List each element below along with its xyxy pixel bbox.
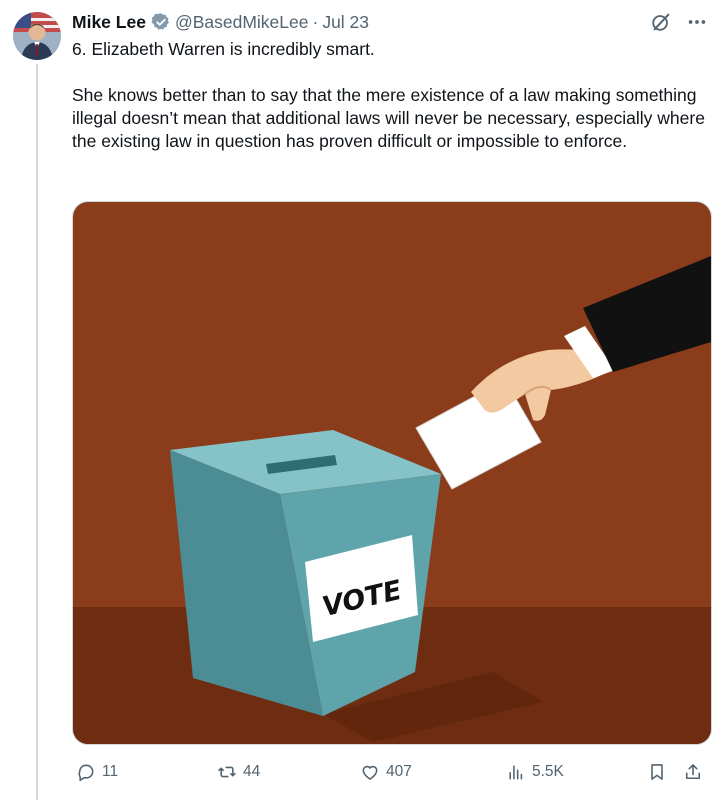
post-date[interactable]: Jul 23 — [322, 12, 369, 33]
action-bar: 11 44 407 5.5K — [72, 758, 712, 786]
reply-icon — [78, 764, 94, 782]
avatar[interactable] — [13, 12, 61, 60]
avatar-image — [13, 12, 61, 60]
vote-illustration: VOTE — [73, 202, 711, 744]
share-button[interactable] — [683, 758, 709, 786]
author-handle[interactable]: @BasedMikeLee — [175, 12, 309, 33]
post-paragraph-2: She knows better than to say that the me… — [72, 85, 710, 151]
repost-button[interactable]: 44 — [217, 758, 260, 786]
header-separator: · — [312, 11, 319, 32]
post-paragraph-1: 6. Elizabeth Warren is incredibly smart. — [72, 39, 375, 59]
views-button[interactable]: 5.5K — [506, 758, 564, 786]
like-count: 407 — [386, 763, 412, 780]
bookmark-icon — [651, 764, 663, 780]
views-icon — [509, 765, 523, 780]
verified-badge-icon — [151, 12, 171, 32]
more-icon[interactable] — [686, 11, 708, 33]
author-name[interactable]: Mike Lee — [72, 12, 146, 33]
reply-count: 11 — [102, 763, 119, 780]
share-icon — [685, 764, 701, 780]
reply-button[interactable]: 11 — [76, 758, 118, 786]
thread-line — [36, 64, 38, 800]
post-header: Mike Lee @BasedMikeLee · Jul 23 — [72, 9, 708, 35]
views-count: 5.5K — [532, 763, 564, 780]
repost-icon — [218, 766, 236, 778]
ballot-box: VOTE — [170, 430, 441, 716]
like-icon — [362, 765, 378, 780]
repost-count: 44 — [243, 763, 261, 780]
grok-icon[interactable] — [650, 11, 672, 33]
like-button[interactable]: 407 — [360, 758, 412, 786]
post-image[interactable]: VOTE — [72, 201, 712, 745]
post-text: 6. Elizabeth Warren is incredibly smart.… — [72, 38, 712, 176]
bookmark-button[interactable] — [647, 758, 673, 786]
